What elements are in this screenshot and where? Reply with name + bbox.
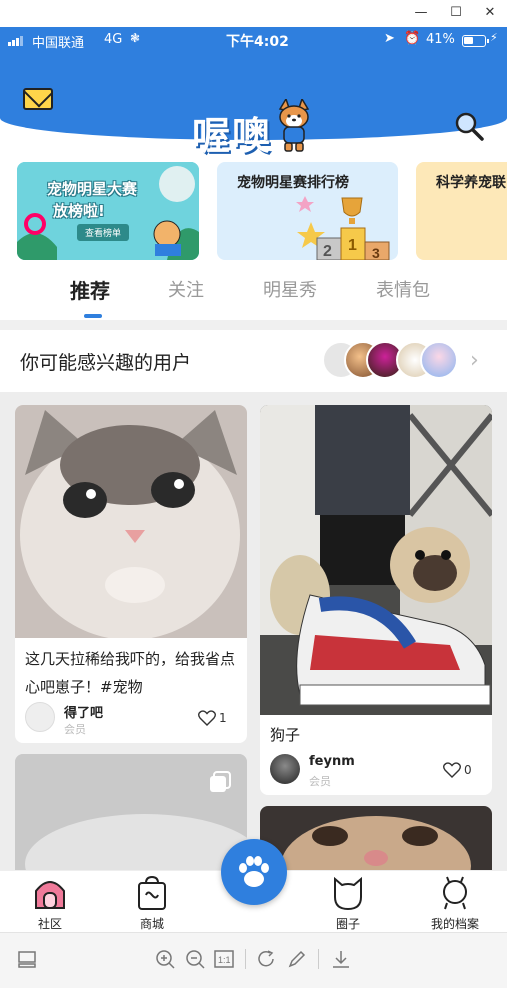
alarm-icon: ⏰ (404, 31, 421, 46)
shiba-mascot-icon (278, 99, 310, 152)
svg-text:1:1: 1:1 (218, 955, 231, 965)
author-name[interactable]: feynm (309, 754, 355, 769)
logo-text: 喔噢 (192, 114, 273, 158)
download-icon[interactable] (330, 948, 352, 970)
zoom-out-icon[interactable] (184, 948, 206, 970)
charging-icon: ⚡ (490, 31, 498, 44)
nav-label: 我的档案 (430, 917, 479, 931)
location-icon: ➤ (384, 31, 395, 46)
like-count: 0 (464, 763, 472, 777)
tab-indicator (84, 314, 102, 318)
nav-label: 圈子 (335, 917, 360, 931)
nav-label: 社区 (37, 917, 62, 931)
window-titlebar: — ☐ ✕ (0, 0, 507, 27)
banner-pet-care[interactable]: 科学养宠联 (416, 162, 507, 260)
banner-title: 宠物明星大赛 (47, 180, 138, 198)
heart-icon (198, 710, 216, 726)
tab-stickers[interactable]: 表情包 (376, 276, 430, 302)
zoom-in-icon[interactable] (154, 948, 176, 970)
shopping-bag-icon (138, 875, 166, 910)
kitten-photo (15, 405, 247, 638)
tab-follow[interactable]: 关注 (168, 276, 204, 302)
chevron-right-icon[interactable]: › (470, 348, 479, 373)
network-label: 4G (104, 32, 123, 47)
tab-star-show[interactable]: 明星秀 (263, 276, 317, 302)
mail-icon[interactable] (23, 88, 53, 110)
maximize-icon[interactable]: ☐ (446, 4, 466, 22)
svg-text:3: 3 (372, 245, 380, 260)
suggested-users-title: 你可能感兴趣的用户 (20, 352, 192, 374)
nav-my-profile[interactable]: 我的档案 (425, 871, 485, 932)
banner-subtitle: 放榜啦! (53, 202, 105, 220)
podium-trophy-icon: 2 1 3 (296, 196, 390, 260)
author-role: 会员 (64, 723, 86, 736)
pug-sneaker-photo (260, 405, 492, 715)
close-icon[interactable]: ✕ (480, 4, 500, 22)
author-avatar[interactable] (270, 754, 300, 784)
banner-pet-star-contest[interactable]: 宠物明星大赛 放榜啦! 查看榜单 (17, 162, 199, 260)
nav-label: 商城 (139, 917, 164, 931)
minimize-icon[interactable]: — (411, 4, 431, 22)
nav-shop[interactable]: 商城 (122, 871, 182, 932)
cat-face-icon (334, 876, 362, 911)
battery-label: 41% (426, 32, 455, 47)
app-logo: 喔噢 (192, 97, 322, 158)
like-button[interactable]: 0 (443, 762, 472, 778)
svg-text:2: 2 (323, 243, 332, 260)
like-count: 1 (219, 711, 227, 725)
post-caption: 狗子 (270, 726, 301, 744)
signal-icon (8, 35, 28, 46)
author-role: 会员 (309, 775, 331, 788)
paw-center-button[interactable] (221, 839, 287, 905)
nav-circle[interactable]: 圈子 (318, 871, 378, 932)
toolbar-divider (318, 949, 319, 969)
svg-text:1: 1 (348, 237, 357, 254)
post-caption: 这几天拉稀给我吓的，给我省点心吧崽子！#宠物 (25, 650, 236, 696)
post-card[interactable]: 这几天拉稀给我吓的，给我省点心吧崽子！#宠物 得了吧 会员 1 (15, 405, 247, 743)
author-name[interactable]: 得了吧 (64, 702, 103, 721)
banner-title: 科学养宠联 (436, 175, 506, 191)
sync-icon: ❃ (130, 31, 141, 45)
nav-community[interactable]: 社区 (20, 871, 80, 932)
banner-ranking[interactable]: 宠物明星赛排行榜 2 1 3 (217, 162, 398, 260)
actual-size-icon[interactable]: 1:1 (213, 948, 235, 970)
post-card[interactable]: 狗子 feynm 会员 0 (260, 405, 492, 795)
status-time: 下午4:02 (226, 34, 289, 50)
battery-icon (462, 35, 489, 47)
thumbnail-panel-icon[interactable] (16, 948, 38, 970)
image-viewer-toolbar: 1:1 (0, 932, 507, 988)
toolbar-divider (245, 949, 246, 969)
view-ranking-button[interactable]: 查看榜单 (77, 224, 130, 241)
tab-recommend[interactable]: 推荐 (70, 275, 110, 304)
search-icon[interactable] (454, 111, 484, 141)
carrier-label: 中国联通 (32, 36, 85, 51)
profile-icon (443, 876, 467, 910)
avatar[interactable] (420, 341, 458, 379)
edit-pencil-icon[interactable] (286, 948, 308, 970)
app-header: 中国联通 4G ❃ 下午4:02 ➤ ⏰ 41% ⚡ 喔噢 (0, 27, 507, 158)
house-icon (35, 881, 65, 909)
author-avatar[interactable] (25, 702, 55, 732)
heart-icon (443, 762, 461, 778)
rotate-icon[interactable] (256, 948, 278, 970)
like-button[interactable]: 1 (198, 710, 227, 726)
banner-illustration (17, 162, 199, 260)
paw-icon (239, 856, 269, 887)
banner-title: 宠物明星赛排行榜 (237, 175, 349, 191)
status-bar: 中国联通 4G ❃ 下午4:02 ➤ ⏰ 41% ⚡ (0, 27, 507, 53)
section-divider (0, 320, 507, 330)
multiple-images-icon (210, 771, 231, 792)
